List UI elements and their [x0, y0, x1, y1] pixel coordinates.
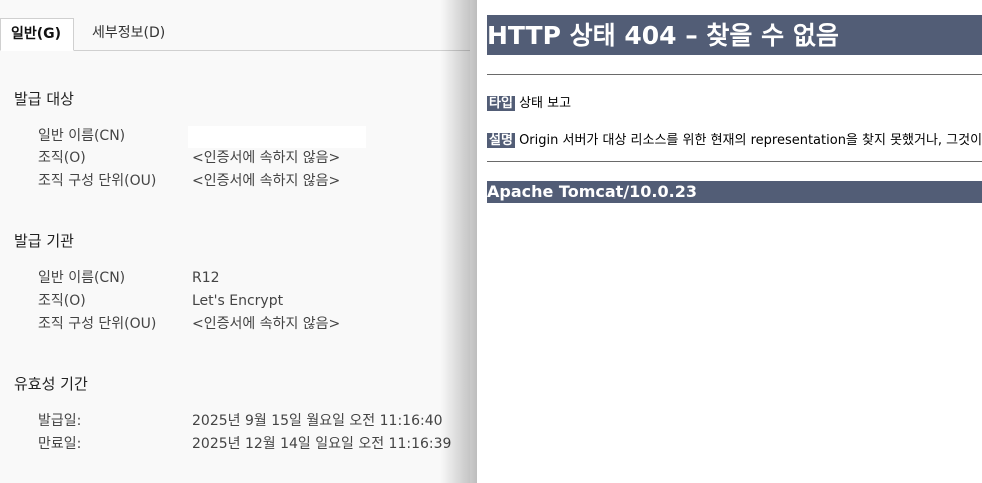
desc-value: Origin 서버가 대상 리소스를 위한 현재의 representation… [519, 133, 982, 148]
field-value: Let's Encrypt [192, 293, 284, 309]
redacted-value [188, 126, 366, 148]
field-label: 일반 이름(CN) [38, 128, 126, 144]
tab-details[interactable]: 세부정보(D) [82, 18, 175, 49]
server-footer: Apache Tomcat/10.0.23 [487, 181, 982, 203]
field-label: 만료일: [38, 436, 82, 452]
error-title: HTTP 상태 404 – 찾을 수 없음 [487, 15, 982, 55]
tab-general[interactable]: 일반(G) [0, 18, 74, 51]
field-label: 조직(O) [38, 293, 86, 309]
field-value: <인증서에 속하지 않음> [192, 150, 341, 166]
divider [487, 74, 982, 75]
issued-to-title: 발급 대상 [14, 90, 74, 108]
field-label: 조직 구성 단위(OU) [38, 316, 157, 332]
field-value: 2025년 12월 14일 일요일 오전 11:16:39 [192, 436, 452, 452]
field-label: 조직 구성 단위(OU) [38, 173, 157, 189]
desc-line: 설명 Origin 서버가 대상 리소스를 위한 현재의 representat… [487, 129, 982, 148]
issued-by-title: 발급 기관 [14, 232, 74, 250]
field-value: <인증서에 속하지 않음> [192, 316, 341, 332]
field-value: <인증서에 속하지 않음> [192, 173, 341, 189]
field-label: 발급일: [38, 413, 82, 429]
validity-title: 유효성 기간 [14, 375, 88, 393]
divider [487, 161, 982, 162]
field-label: 조직(O) [38, 150, 86, 166]
field-value: 2025년 9월 15일 월요일 오전 11:16:40 [192, 413, 443, 429]
type-key: 타입 [487, 96, 515, 111]
desc-key: 설명 [487, 133, 515, 148]
window-shadow [440, 0, 480, 483]
certificate-dialog: 일반(G) 세부정보(D) 발급 대상 일반 이름(CN) 조직(O) <인증서… [0, 0, 470, 483]
type-value: 상태 보고 [519, 96, 572, 111]
tab-bar: 일반(G) 세부정보(D) [0, 18, 470, 51]
error-page: HTTP 상태 404 – 찾을 수 없음 타입 상태 보고 설명 Origin… [477, 0, 982, 483]
field-label: 일반 이름(CN) [38, 270, 126, 286]
type-line: 타입 상태 보고 [487, 92, 571, 111]
field-value: R12 [192, 270, 220, 286]
